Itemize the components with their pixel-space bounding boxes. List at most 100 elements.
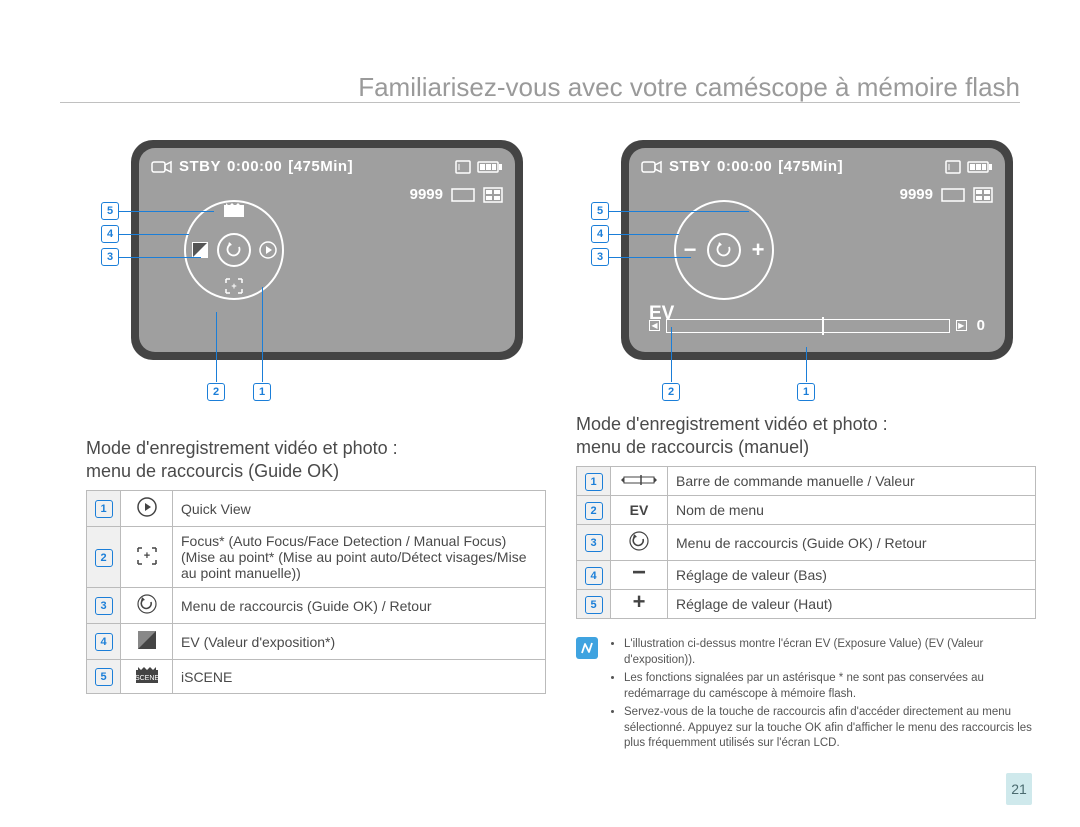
svg-text:+: + [231, 281, 236, 291]
right-column: STBY 0:00:00 [475Min] 9999 [576, 140, 1036, 755]
scene-icon: SCENE [121, 660, 173, 694]
legend-num: 2 [577, 496, 611, 525]
callout-2: 2 [207, 383, 225, 401]
ev-left-arrow-icon: ◀ [649, 320, 660, 331]
dpad-center-return-icon [707, 233, 741, 267]
ev-bar: ◀ ▶ 0 [649, 317, 985, 334]
legend-num: 4 [577, 561, 611, 590]
page-title: Familiarisez-vous avec votre caméscope à… [358, 72, 1020, 103]
return-icon [611, 525, 668, 561]
note-item: Servez-vous de la touche de raccourcis a… [624, 705, 1036, 752]
table-row: 1 Quick View [87, 491, 546, 527]
battery-icon [477, 160, 503, 174]
legend-text: Focus* (Auto Focus/Face Detection / Manu… [173, 527, 546, 588]
table-row: 5 SCENE iSCENE [87, 660, 546, 694]
left-column: STBY 0:00:00 [475Min] 9999 [86, 140, 546, 694]
note-icon [576, 637, 598, 659]
time-text: 0:00:00 [717, 158, 772, 175]
status-text: STBY [179, 158, 221, 175]
note-item: L'illustration ci-dessus montre l'écran … [624, 637, 1036, 668]
left-section-heading: Mode d'enregistrement vidéo et photo : m… [86, 437, 546, 482]
dpad-center-return-icon [217, 233, 251, 267]
page-number: 21 [1006, 773, 1032, 805]
legend-num: 4 [87, 624, 121, 660]
table-row: 4−Réglage de valeur (Bas) [577, 561, 1036, 590]
legend-text: Menu de raccourcis (Guide OK) / Retour [668, 525, 1036, 561]
table-row: 3Menu de raccourcis (Guide OK) / Retour [87, 588, 546, 624]
card-icon [455, 160, 471, 174]
callout-3: 3 [591, 248, 609, 266]
legend-text: Barre de commande manuelle / Valeur [668, 467, 1036, 496]
table-row: 3 Menu de raccourcis (Guide OK) / Retour [577, 525, 1036, 561]
camcorder-icon [151, 159, 173, 175]
return-icon [121, 588, 173, 624]
photo-count: 9999 [410, 186, 443, 203]
legend-text: Réglage de valeur (Bas) [668, 561, 1036, 590]
callout-4: 4 [101, 225, 119, 243]
callout-4: 4 [591, 225, 609, 243]
play-icon [121, 491, 173, 527]
dpad-right-plus-icon: + [746, 238, 770, 262]
wide-icon [941, 188, 965, 202]
left-legend-table: 1 Quick View 2 + Focus* (Auto Focus/Face Det… [86, 490, 546, 694]
callout-1: 1 [253, 383, 271, 401]
right-legend-table: 1Barre de commande manuelle / Valeur2EVN… [576, 466, 1036, 619]
legend-num: 1 [87, 491, 121, 527]
legend-num: 3 [87, 588, 121, 624]
minus-icon: − [611, 561, 668, 590]
callout-5: 5 [101, 202, 119, 220]
legend-text: Réglage de valeur (Haut) [668, 590, 1036, 619]
table-row: 1Barre de commande manuelle / Valeur [577, 467, 1036, 496]
table-row: 4 EV (Valeur d'exposition*) [87, 624, 546, 660]
legend-num: 3 [577, 525, 611, 561]
remaining-text: [475Min] [778, 158, 843, 175]
ev-icon [121, 624, 173, 660]
table-row: 2EVNom de menu [577, 496, 1036, 525]
callout-5: 5 [591, 202, 609, 220]
callout-1: 1 [797, 383, 815, 401]
dpad: − + [674, 200, 774, 300]
title-underline [60, 102, 1020, 103]
dpad: + [184, 200, 284, 300]
status-second-row: 9999 [900, 186, 993, 203]
dpad-right-play-icon [256, 238, 280, 262]
status-line: STBY 0:00:00 [475Min] [151, 158, 503, 175]
bar-icon [611, 467, 668, 496]
status-line: STBY 0:00:00 [475Min] [641, 158, 993, 175]
legend-text: Quick View [173, 491, 546, 527]
note-item: Les fonctions signalées par un astérisqu… [624, 671, 1036, 702]
table-row: 2 + Focus* (Auto Focus/Face Detection / Ma… [87, 527, 546, 588]
screen-illustration-left: STBY 0:00:00 [475Min] 9999 [101, 140, 531, 365]
status-second-row: 9999 [410, 186, 503, 203]
dpad-up-scene-icon [221, 200, 247, 220]
wide-icon [451, 188, 475, 202]
card-icon [945, 160, 961, 174]
notes-block: L'illustration ci-dessus montre l'écran … [576, 637, 1036, 755]
legend-num: 5 [87, 660, 121, 694]
quality-icon [483, 187, 503, 203]
dpad-left-ev-icon [188, 238, 212, 262]
photo-count: 9999 [900, 186, 933, 203]
camcorder-icon [641, 159, 663, 175]
focus-icon: + [121, 527, 173, 588]
ev-text-icon: EV [611, 496, 668, 525]
callout-3: 3 [101, 248, 119, 266]
svg-text:+: + [143, 550, 149, 562]
dpad-left-minus-icon: − [678, 238, 702, 262]
table-row: 5+Réglage de valeur (Haut) [577, 590, 1036, 619]
time-text: 0:00:00 [227, 158, 282, 175]
callout-2: 2 [662, 383, 680, 401]
ev-value: 0 [977, 317, 985, 334]
legend-text: Nom de menu [668, 496, 1036, 525]
legend-text: EV (Valeur d'exposition*) [173, 624, 546, 660]
remaining-text: [475Min] [288, 158, 353, 175]
quality-icon [973, 187, 993, 203]
legend-text: iSCENE [173, 660, 546, 694]
right-section-heading: Mode d'enregistrement vidéo et photo : m… [576, 413, 1036, 458]
battery-icon [967, 160, 993, 174]
dpad-down-focus-icon: + [221, 276, 247, 296]
legend-num: 2 [87, 527, 121, 588]
svg-text:SCENE: SCENE [135, 675, 159, 682]
legend-num: 5 [577, 590, 611, 619]
status-text: STBY [669, 158, 711, 175]
